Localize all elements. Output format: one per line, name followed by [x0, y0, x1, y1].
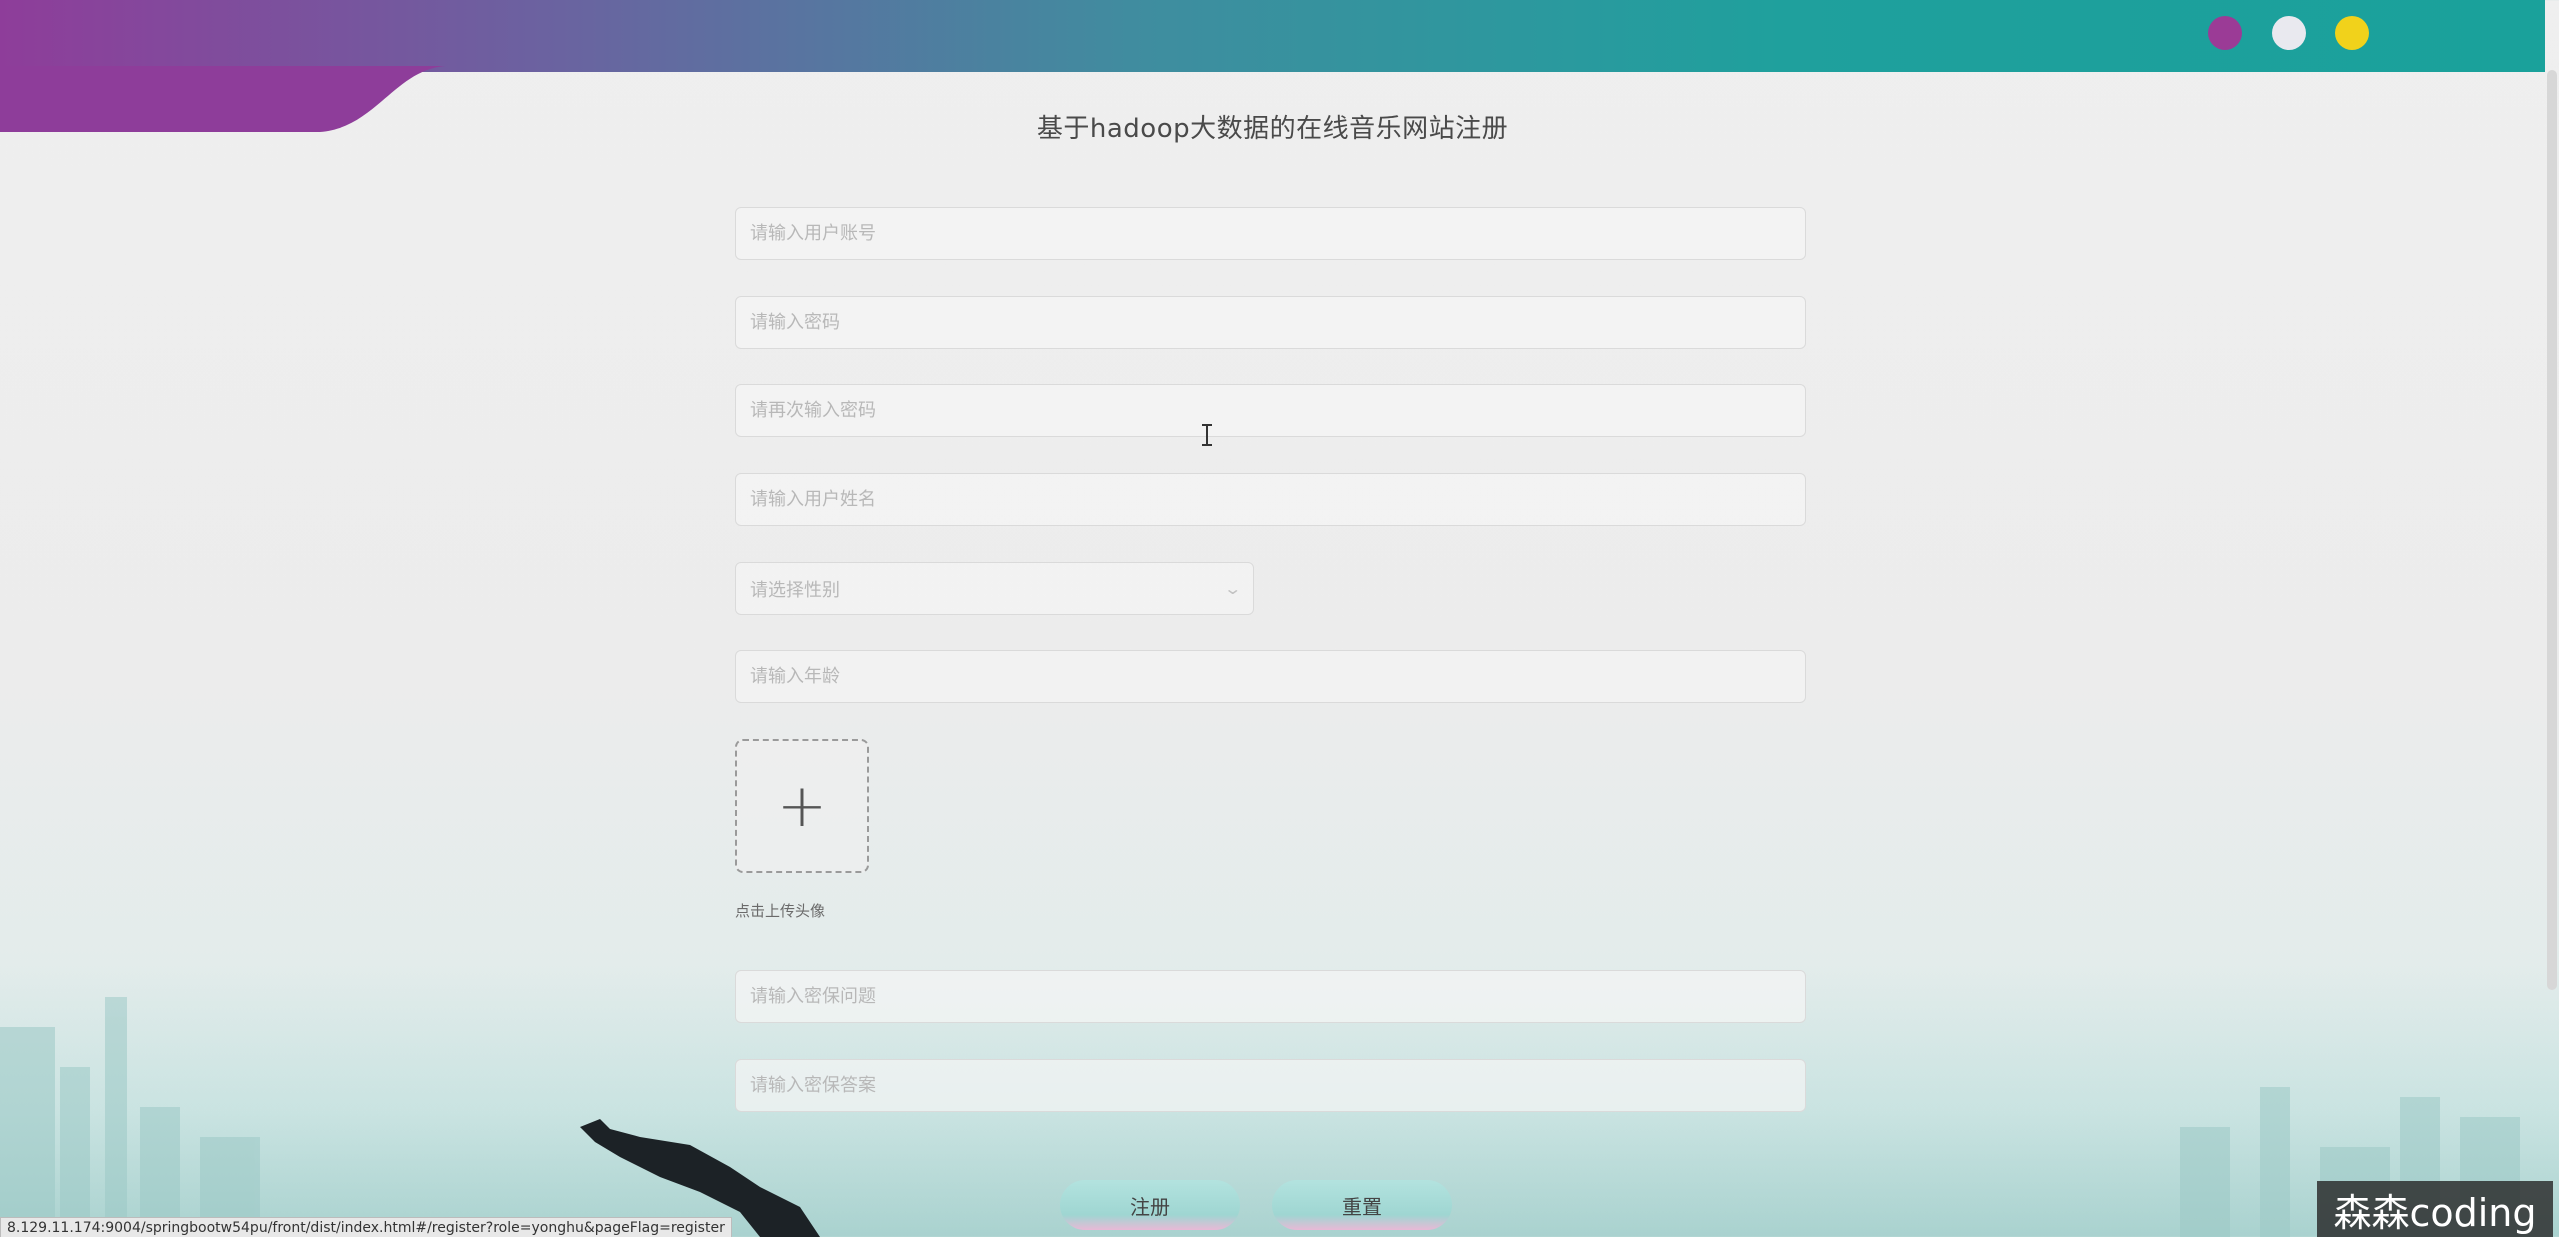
avatar-upload-label: 点击上传头像 — [735, 902, 826, 920]
name-input[interactable] — [735, 473, 1806, 526]
window-dot-purple[interactable] — [2208, 16, 2242, 50]
plus-icon: + — [776, 771, 828, 841]
window-dot-white[interactable] — [2272, 16, 2306, 50]
watermark: 森森coding — [2317, 1181, 2553, 1237]
age-input[interactable] — [735, 650, 1806, 703]
page-title: 基于hadoop大数据的在线音乐网站注册 — [1036, 114, 1509, 144]
chevron-down-icon: ⌄ — [1222, 579, 1242, 598]
text-cursor-icon — [1202, 424, 1212, 446]
confirm-password-input[interactable] — [735, 384, 1806, 437]
avatar-upload-button[interactable]: + — [735, 739, 869, 873]
status-bar-url: 8.129.11.174:9004/springbootw54pu/front/… — [0, 1217, 732, 1237]
register-button[interactable]: 注册 — [1060, 1180, 1240, 1230]
gender-select[interactable]: 请选择性别 ⌄ — [735, 562, 1254, 615]
security-question-input[interactable] — [735, 970, 1806, 1023]
top-banner — [0, 0, 2545, 72]
gender-select-placeholder: 请选择性别 — [750, 579, 840, 601]
password-input[interactable] — [735, 296, 1806, 349]
account-input[interactable] — [735, 207, 1806, 260]
security-answer-input[interactable] — [735, 1059, 1806, 1112]
window-dot-yellow[interactable] — [2335, 16, 2369, 50]
reset-button[interactable]: 重置 — [1272, 1180, 1452, 1230]
page-scrollbar[interactable] — [2547, 70, 2557, 990]
